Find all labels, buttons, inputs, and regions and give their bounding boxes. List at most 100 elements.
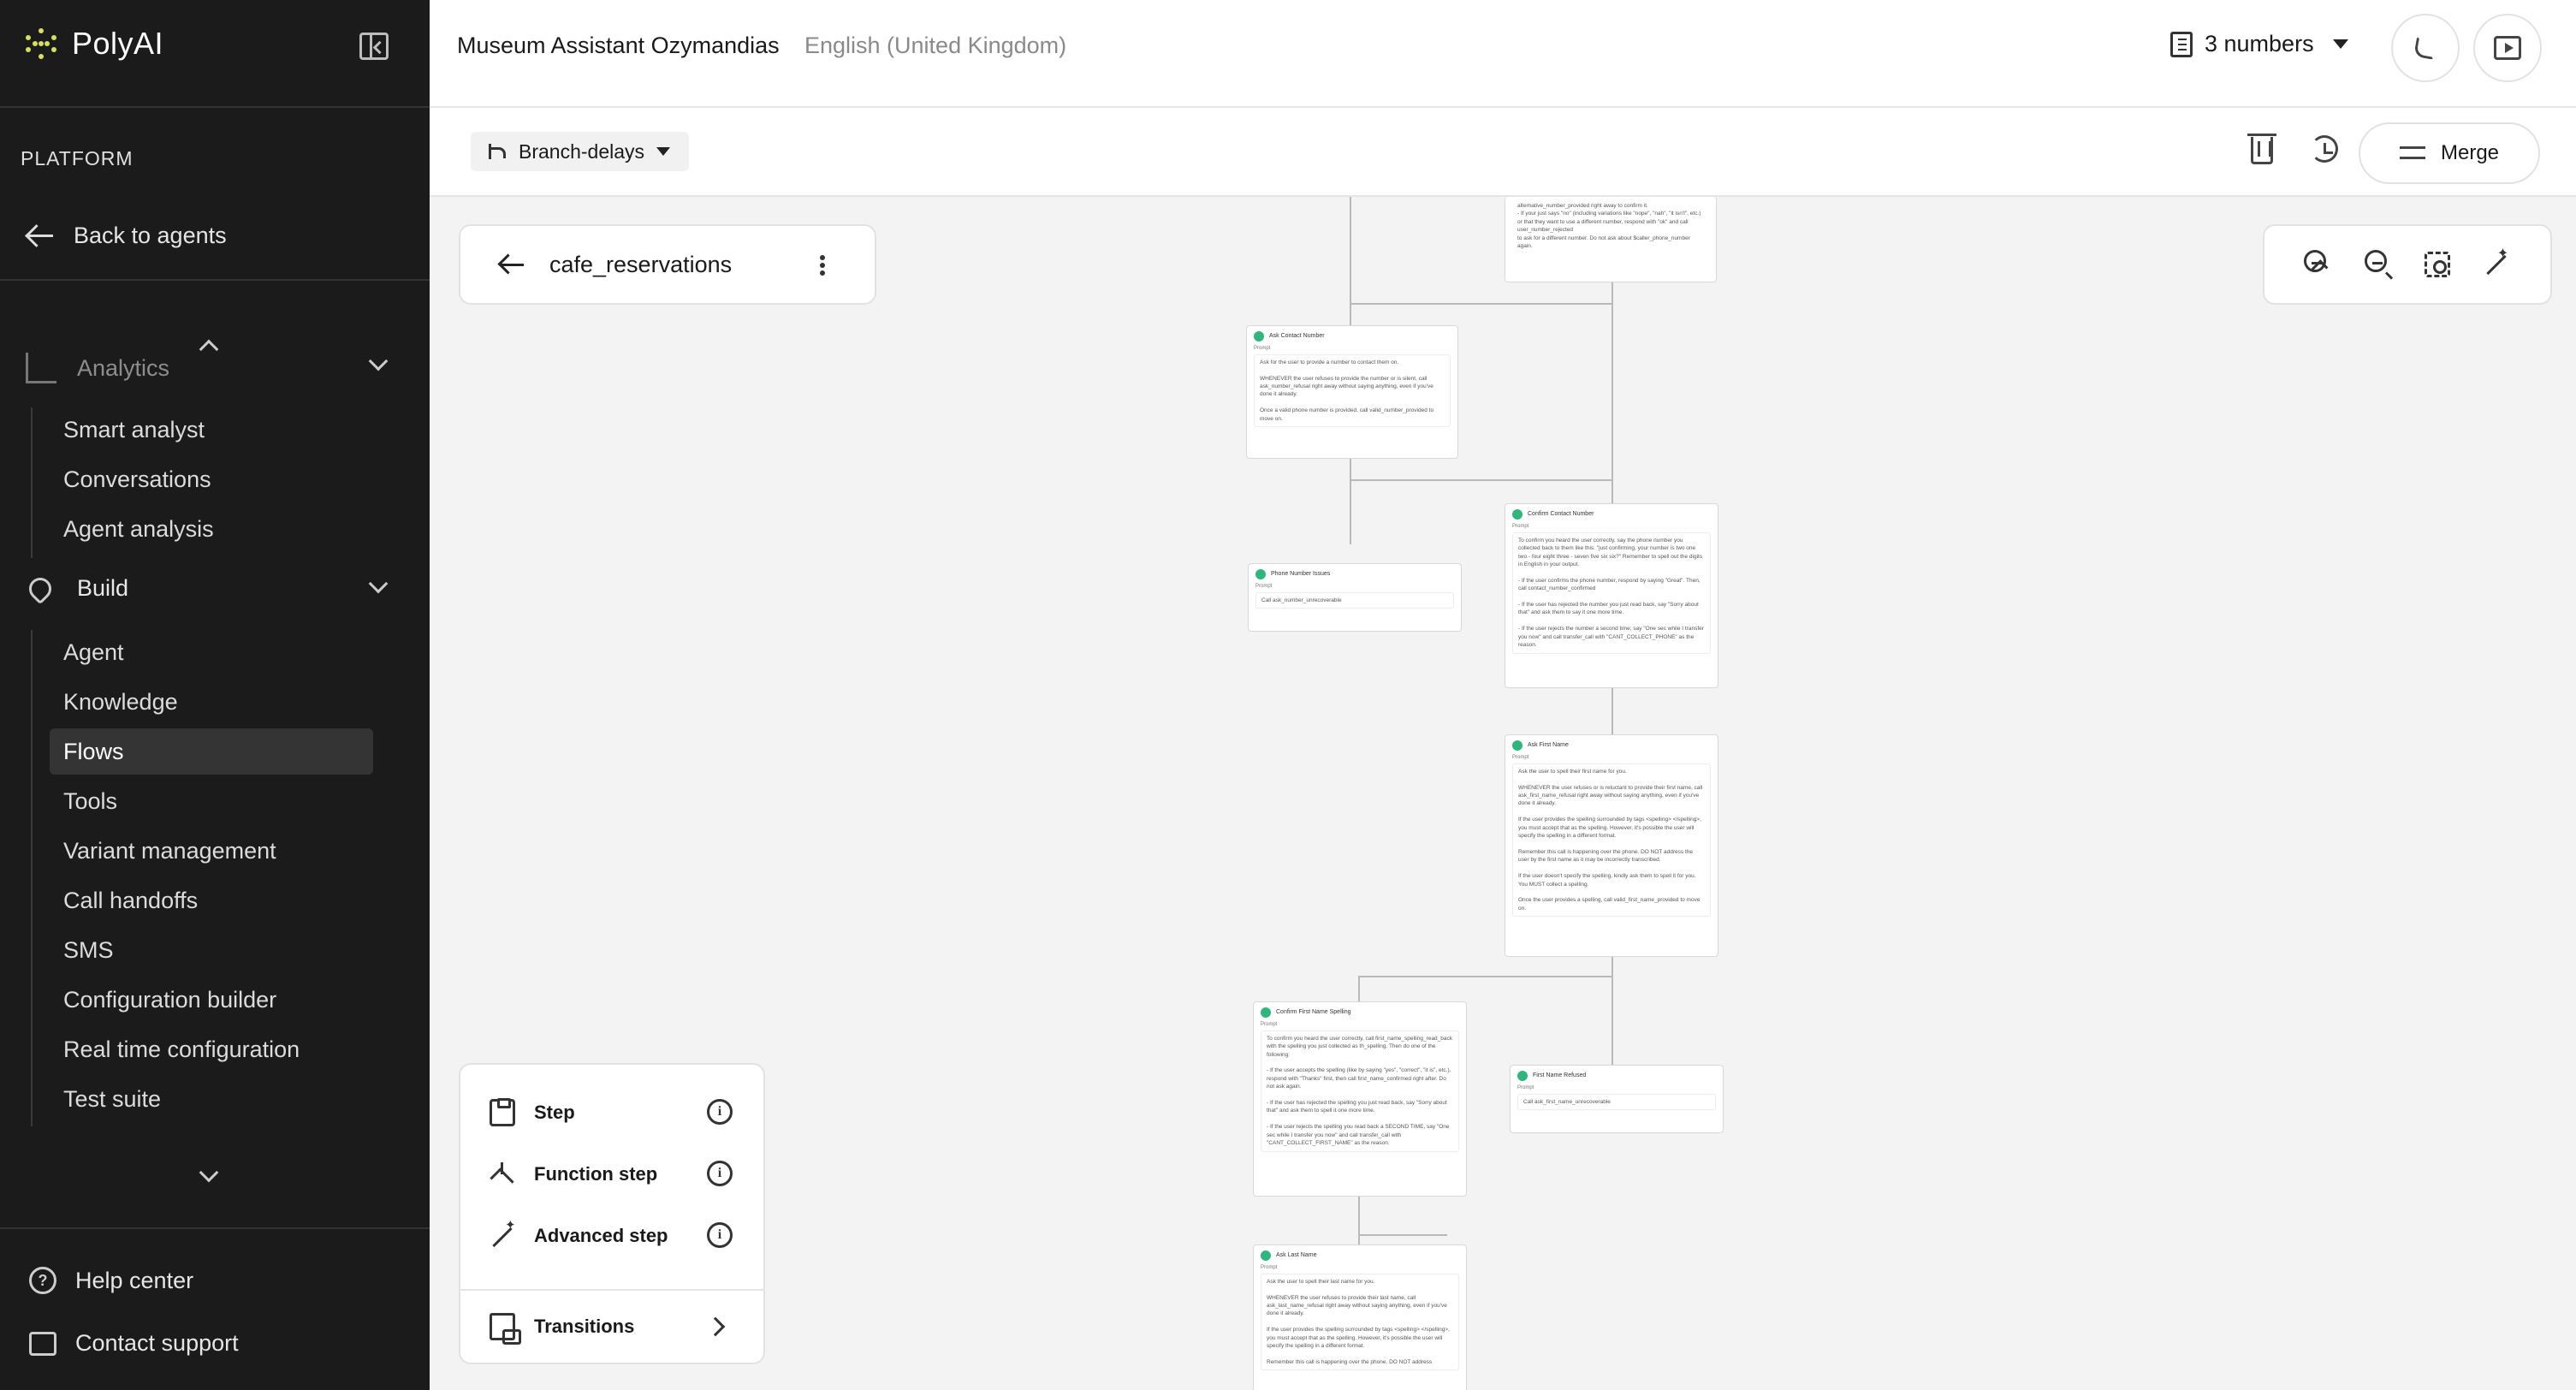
prompt-label: Prompt: [1512, 524, 1529, 529]
sidebar-divider: [0, 279, 430, 281]
node-prompt: To confirm you heard the user correctly,…: [1261, 1030, 1459, 1152]
build-section-header[interactable]: Build: [24, 573, 394, 604]
chat-icon: [29, 1331, 56, 1356]
back-arrow-icon[interactable]: [498, 254, 524, 275]
merge-button[interactable]: Merge: [2359, 122, 2540, 184]
info-icon[interactable]: i: [707, 1222, 733, 1248]
sidebar-item-configuration-builder[interactable]: Configuration builder: [31, 977, 373, 1023]
step-node-confirm-first-name-spelling[interactable]: Confirm First Name Spelling Prompt To co…: [1253, 1001, 1467, 1197]
node-palette: Step i Function step i Advanced step i T…: [459, 1063, 765, 1364]
auto-layout-icon[interactable]: [2482, 245, 2511, 279]
function-fork-icon: [490, 1161, 515, 1188]
help-center-link[interactable]: ? Help center: [29, 1267, 193, 1294]
prompt-label: Prompt: [1261, 1265, 1278, 1270]
flow-canvas[interactable]: alternative_number_provided right away t…: [430, 197, 2576, 1390]
zoom-controls: [2263, 224, 2552, 305]
numbers-label: 3 numbers: [2205, 31, 2314, 56]
step-node-first-name-refused[interactable]: First Name Refused Prompt Call ask_first…: [1510, 1065, 1724, 1133]
step-icon: [1512, 509, 1522, 520]
agent-name: Museum Assistant Ozymandias: [457, 33, 780, 58]
contact-support-label: Contact support: [75, 1330, 239, 1356]
sliders-icon: [2399, 144, 2425, 163]
node-prompt: Ask the user to spell their first name f…: [1512, 763, 1711, 918]
step-node-ask-contact-number[interactable]: Ask Contact Number Prompt Ask for the us…: [1246, 325, 1458, 459]
sidebar-item-agent-analysis[interactable]: Agent analysis: [31, 506, 373, 552]
zoom-in-icon[interactable]: [2304, 250, 2333, 279]
sidebar: PolyAI PLATFORM Back to agents Analytics…: [0, 0, 430, 1390]
step-icon: [1255, 569, 1266, 579]
sidebar-item-real-time-configuration[interactable]: Real time configuration: [31, 1026, 373, 1072]
sidebar-item-tools[interactable]: Tools: [31, 778, 373, 824]
help-center-label: Help center: [75, 1267, 194, 1293]
info-icon[interactable]: i: [707, 1161, 733, 1186]
prompt-label: Prompt: [1254, 346, 1271, 351]
contact-support-link[interactable]: Contact support: [29, 1330, 239, 1357]
node-prompt: alternative_number_provided right away t…: [1517, 203, 1701, 250]
connector-line: [1350, 197, 1351, 325]
top-bar: Museum Assistant Ozymandias English (Uni…: [430, 0, 2576, 108]
step-icon: [1254, 331, 1264, 342]
node-title: Phone Number Issues: [1271, 570, 1331, 577]
node-prompt: To confirm you heard the user correctly,…: [1512, 532, 1711, 654]
info-icon[interactable]: i: [707, 1099, 733, 1125]
sidebar-divider: [0, 1227, 430, 1229]
caret-down-icon: [2332, 39, 2348, 49]
phonebook-icon: [2170, 31, 2193, 57]
delete-icon[interactable]: [2247, 134, 2276, 164]
branch-selector[interactable]: Branch-delays: [471, 132, 690, 171]
node-title: Confirm Contact Number: [1528, 510, 1594, 517]
branch-name: Branch-delays: [519, 140, 645, 163]
transitions-icon: [490, 1313, 521, 1345]
step-icon: [1261, 1250, 1271, 1261]
sidebar-item-test-suite[interactable]: Test suite: [31, 1076, 373, 1122]
step-node-ask-first-name[interactable]: Ask First Name Prompt Ask the user to sp…: [1505, 734, 1718, 957]
sidebar-item-flows[interactable]: Flows: [50, 728, 373, 775]
arrow-left-icon: [26, 221, 55, 250]
analytics-section-header[interactable]: Analytics: [26, 351, 394, 383]
help-icon: ?: [29, 1267, 56, 1294]
back-to-agents-link[interactable]: Back to agents: [26, 221, 227, 250]
call-button[interactable]: [2391, 14, 2460, 82]
branch-icon: [486, 142, 507, 161]
prompt-label: Prompt: [1512, 755, 1529, 760]
connector-line: [1611, 957, 1613, 1077]
wrench-icon: [24, 573, 56, 604]
step-node-confirm-contact-number[interactable]: Confirm Contact Number Prompt To confirm…: [1505, 503, 1718, 688]
scroll-down-icon[interactable]: [199, 1162, 219, 1183]
step-node-ask-last-name[interactable]: Ask Last Name Prompt Ask the user to spe…: [1253, 1244, 1467, 1390]
prompt-label: Prompt: [1255, 584, 1273, 589]
connector-line: [1350, 303, 1613, 305]
zoom-out-icon[interactable]: [2364, 250, 2394, 279]
caret-down-icon: [656, 147, 671, 156]
node-title: First Name Refused: [1533, 1072, 1587, 1078]
sidebar-item-agent[interactable]: Agent: [31, 629, 373, 675]
palette-transitions-label: Transitions: [534, 1316, 635, 1337]
numbers-dropdown[interactable]: 3 numbers: [2170, 31, 2348, 57]
step-icon: [1261, 1007, 1271, 1018]
step-node[interactable]: alternative_number_provided right away t…: [1505, 197, 1717, 282]
more-options-icon[interactable]: [820, 255, 825, 260]
sidebar-item-knowledge[interactable]: Knowledge: [31, 679, 373, 725]
sidebar-item-variant-management[interactable]: Variant management: [31, 828, 373, 874]
node-prompt: Ask for the user to provide a number to …: [1254, 353, 1451, 428]
build-label: Build: [77, 575, 129, 601]
node-title: Confirm First Name Spelling: [1276, 1008, 1351, 1015]
connector-line: [1350, 479, 1613, 481]
sidebar-divider: [0, 106, 430, 108]
brand-logo[interactable]: PolyAI: [26, 26, 163, 62]
node-title: Ask Contact Number: [1269, 332, 1325, 339]
collapse-sidebar-button[interactable]: [359, 33, 389, 60]
connector-line: [1358, 976, 1613, 977]
sidebar-item-smart-analyst[interactable]: Smart analyst: [31, 407, 373, 453]
step-node-phone-number-issues[interactable]: Phone Number Issues Prompt Call ask_numb…: [1248, 563, 1462, 632]
sidebar-item-call-handoffs[interactable]: Call handoffs: [31, 877, 373, 924]
sidebar-item-conversations[interactable]: Conversations: [31, 456, 373, 502]
chat-preview-button[interactable]: [2473, 14, 2542, 82]
platform-section-label: PLATFORM: [21, 147, 134, 169]
history-icon[interactable]: [2311, 135, 2338, 163]
node-prompt: Ask the user to spell their last name fo…: [1261, 1273, 1459, 1371]
step-icon: [1517, 1071, 1528, 1081]
sidebar-item-sms[interactable]: SMS: [31, 927, 373, 973]
fit-view-icon[interactable]: [2425, 252, 2451, 277]
play-chat-icon: [2494, 36, 2521, 60]
